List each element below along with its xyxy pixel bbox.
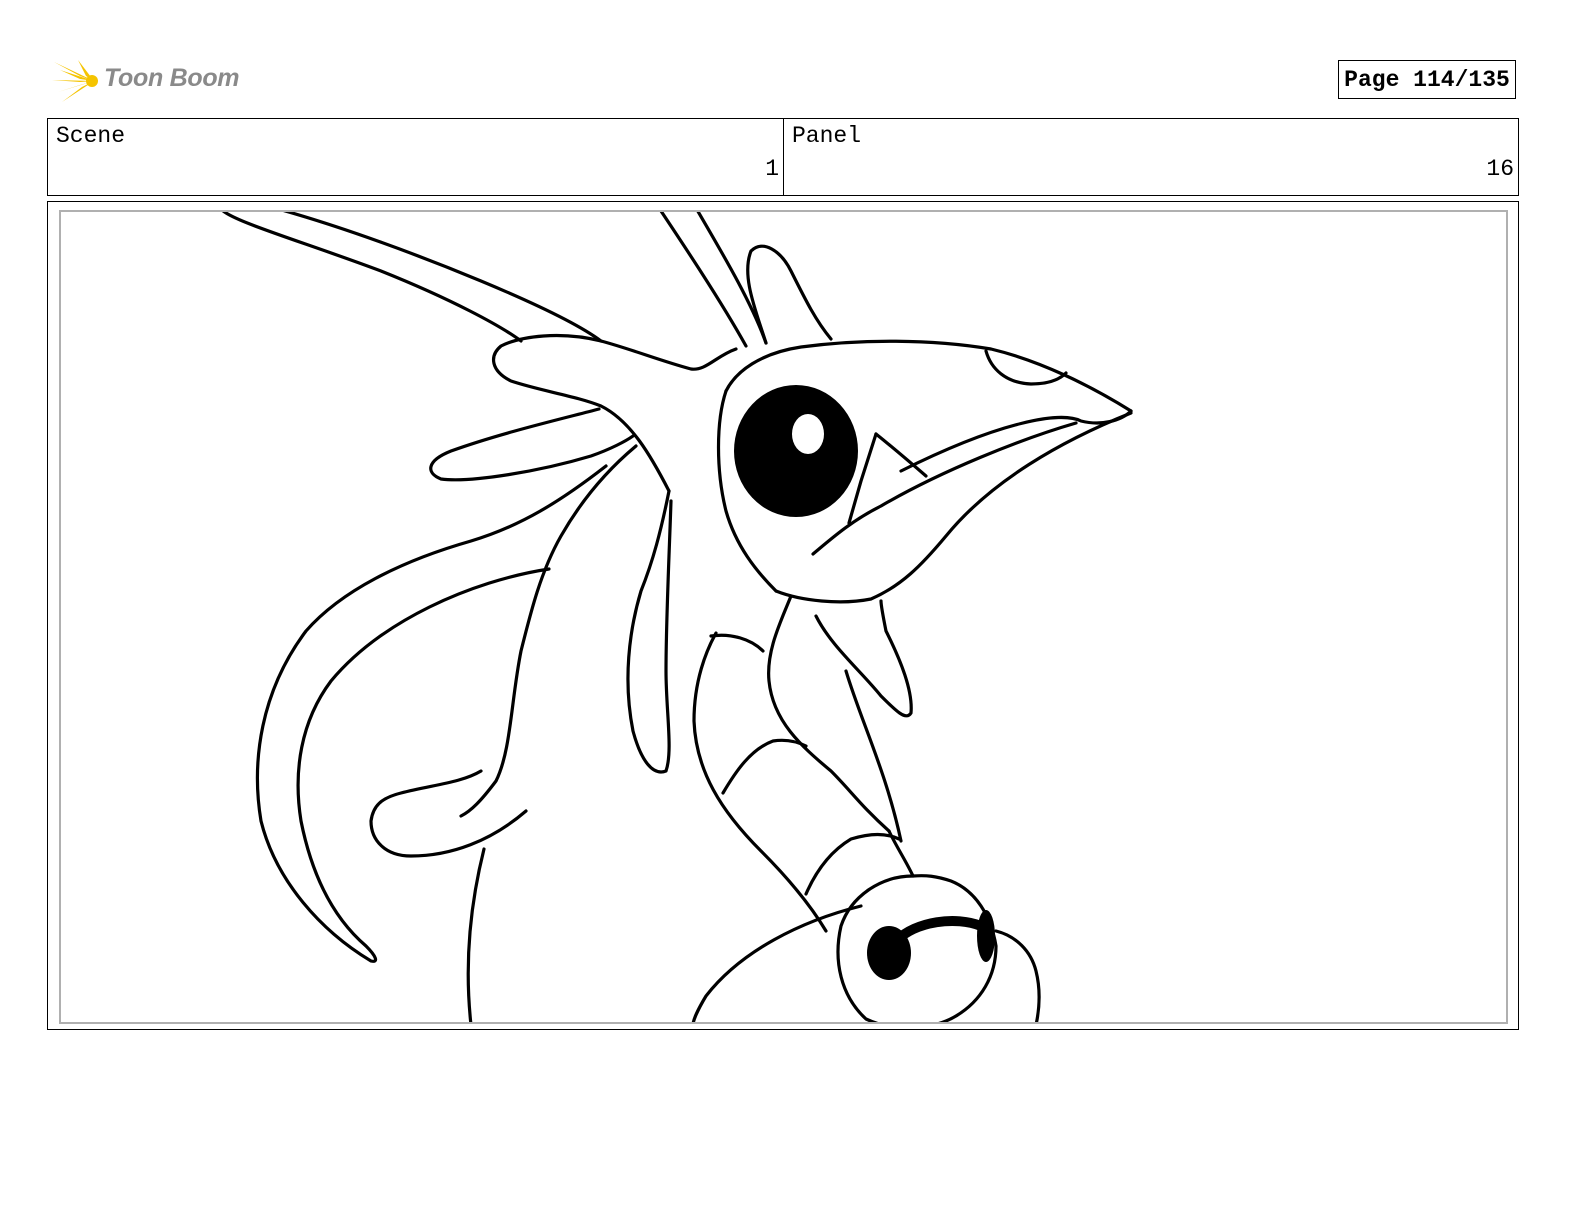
panel-value: 16 — [1486, 156, 1514, 182]
panel-cell: Panel 16 — [784, 119, 1518, 195]
scene-label: Scene — [56, 123, 126, 149]
toon-boom-logo: Toon Boom — [50, 56, 250, 106]
scene-value: 1 — [765, 156, 779, 182]
scene-cell: Scene 1 — [48, 119, 784, 195]
creature-sketch — [221, 212, 1133, 1022]
starburst-icon — [52, 60, 98, 102]
scene-panel-table: Scene 1 Panel 16 — [47, 118, 1519, 196]
storyboard-frame — [47, 201, 1519, 1030]
page-number: Page 114/135 — [1338, 60, 1516, 99]
panel-image — [59, 210, 1508, 1024]
panel-label: Panel — [792, 123, 862, 149]
logo-text: Toon Boom — [104, 64, 240, 92]
